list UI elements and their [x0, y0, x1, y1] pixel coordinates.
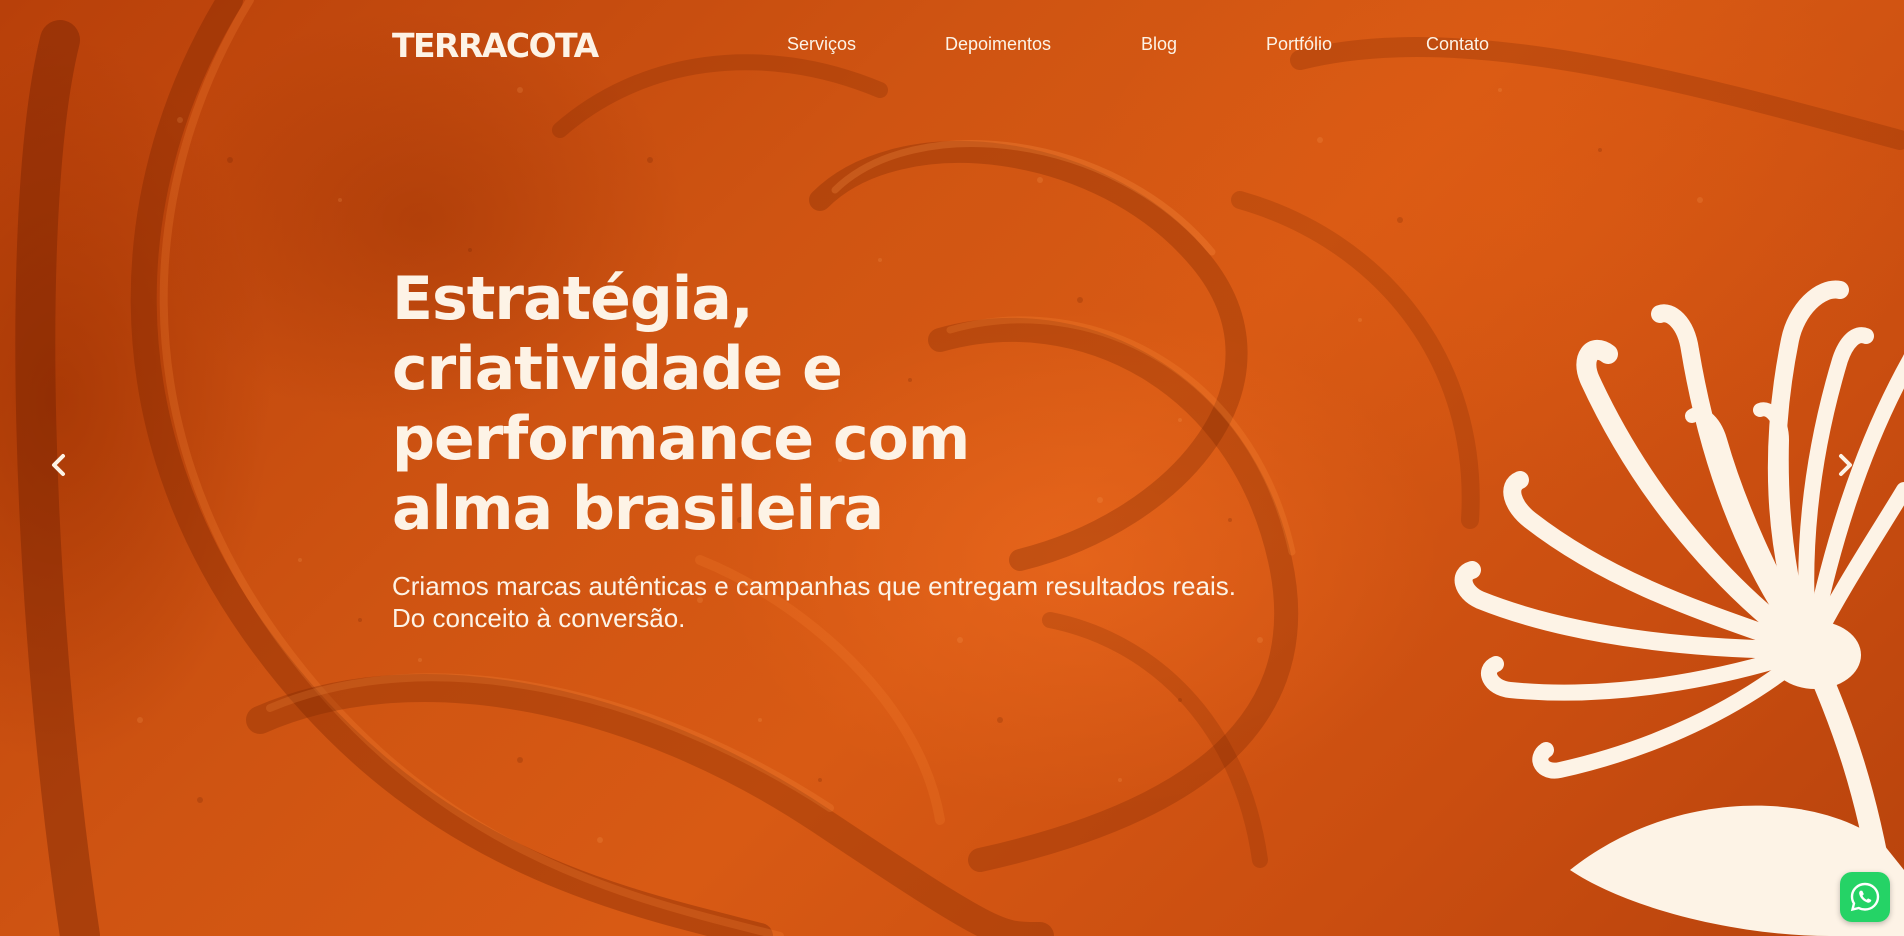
carousel-next-button[interactable] — [1828, 448, 1862, 482]
nav-link-blog[interactable]: Blog — [1141, 32, 1177, 56]
carousel-prev-button[interactable] — [42, 448, 76, 482]
hero-subtitle-line-1: Criamos marcas autênticas e campanhas qu… — [392, 571, 1236, 601]
hero-subtitle: Criamos marcas autênticas e campanhas qu… — [392, 570, 1332, 634]
chevron-left-icon — [52, 454, 65, 476]
whatsapp-icon — [1850, 882, 1880, 912]
nav-link-servicos[interactable]: Serviços — [787, 32, 856, 56]
hero-subtitle-line-2: Do conceito à conversão. — [392, 603, 686, 633]
nav-link-portfolio[interactable]: Portfólio — [1266, 32, 1332, 56]
site-header: TERRACOTA Serviços Depoimentos Blog Port… — [0, 0, 1904, 90]
hero-headline: Estratégia, criatividade e performance c… — [392, 264, 970, 544]
whatsapp-button[interactable] — [1840, 872, 1890, 922]
nav-link-contato[interactable]: Contato — [1426, 32, 1489, 56]
flower-illustration — [1454, 280, 1904, 936]
chevron-right-icon — [1839, 454, 1852, 476]
nav-link-depoimentos[interactable]: Depoimentos — [945, 32, 1051, 56]
terracota-logo[interactable]: TERRACOTA — [392, 26, 599, 66]
hero-section: TERRACOTA Serviços Depoimentos Blog Port… — [0, 0, 1904, 936]
